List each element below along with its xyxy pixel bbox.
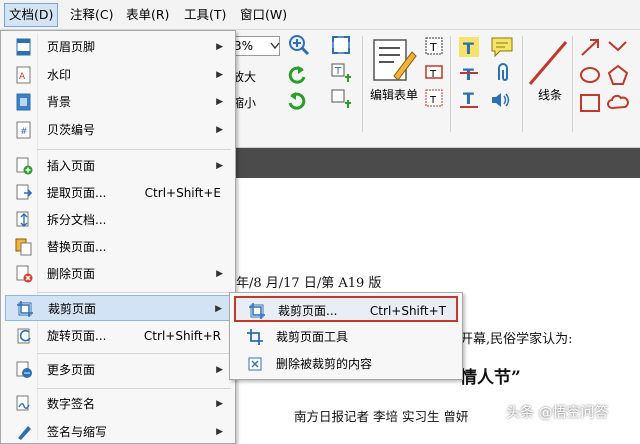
watermark-icon: A [16,66,31,84]
note-icon[interactable] [490,36,514,58]
submenu-arrow-icon: ▶ [216,269,223,279]
menu-bar: 文档(D) 注释(C) 表单(R) 工具(T) 窗口(W) [0,0,640,30]
watermark-text: 头条 @悟空问答 [506,405,609,421]
attach-file-icon[interactable] [492,62,512,84]
svg-text:T: T [429,41,437,54]
svg-text:T: T [429,69,437,80]
crop-page-icon [249,303,265,319]
delete-page-icon [16,265,33,283]
crop-submenu: 裁剪页面... Ctrl+Shift+T 裁剪页面工具 删除被裁剪的内容 [229,292,463,380]
crop-page-icon [17,301,33,317]
background-icon [16,93,31,111]
svg-text:T: T [463,39,474,58]
submenu-arrow-icon: ▶ [216,365,223,375]
arrow-icon[interactable] [578,36,602,58]
svg-text:A: A [19,72,26,82]
submenu-arrow-icon: ▶ [215,304,222,314]
svg-text:#: # [20,127,28,137]
svg-text:T: T [334,66,342,77]
menu-item-background[interactable]: 背景 ▶ [5,89,231,115]
insert-page-icon [16,157,33,175]
line-tool-label[interactable]: 线条 [538,86,562,103]
svg-text:T: T [463,89,474,108]
rectangle-icon[interactable] [578,92,602,114]
polygon-icon[interactable] [606,64,630,86]
submenu-arrow-icon: ▶ [216,399,223,409]
bates-number-icon: # [16,121,31,139]
submenu-item-crop-pages[interactable]: 裁剪页面... Ctrl+Shift+T [234,296,458,322]
doc-date-line: 年/8 月/17 日/第 A19 版 [236,276,382,291]
extract-page-icon [16,184,33,200]
menu-item-crop-pages[interactable]: 裁剪页面 ▶ [5,295,231,321]
menu-document[interactable]: 文档(D) [4,3,59,27]
header-footer-icon [16,38,31,56]
cloud-icon[interactable] [606,92,630,114]
menu-form[interactable]: 表单(R) [122,3,173,27]
add-text-icon[interactable]: T [330,62,352,84]
text-field-icon[interactable]: T [424,36,444,56]
doc-headline: 情人节” [460,368,521,388]
menu-item-delete-pages[interactable]: 删除页面 ▶ [5,261,231,287]
callout-icon[interactable]: T [424,88,444,108]
menu-item-more-pages[interactable]: 更多页面 ▶ [5,357,231,383]
menu-item-split-document[interactable]: 拆分文档... [5,207,231,233]
ellipse-icon[interactable] [578,64,602,86]
edit-form-label[interactable]: 编辑表单 [370,86,418,103]
submenu-item-crop-tool[interactable]: 裁剪页面工具 [234,324,458,350]
submenu-arrow-icon: ▶ [216,427,223,437]
submenu-arrow-icon: ▶ [216,125,223,135]
polyline-icon[interactable] [606,36,630,58]
chevron-down-icon[interactable] [270,42,280,50]
strikeout-icon[interactable]: T [458,62,480,84]
document-menu: 页眉页脚 ▶ A 水印 ▶ 背景 ▶ # 贝茨编号 ▶ 插入页面 ▶ 提取页面.… [0,30,236,444]
rotate-left-icon[interactable] [286,64,308,86]
sound-icon[interactable] [490,90,512,110]
submenu-arrow-icon: ▶ [216,42,223,52]
menu-item-watermark[interactable]: A 水印 ▶ [5,62,231,88]
more-pages-icon [16,361,32,378]
line-tool-icon[interactable] [526,38,570,88]
crop-tool-icon [247,329,263,345]
menu-item-header-footer[interactable]: 页眉页脚 ▶ [5,34,231,60]
add-object-icon[interactable] [330,88,352,110]
sign-initials-icon [18,426,31,440]
submenu-arrow-icon: ▶ [216,161,223,171]
menu-item-sign-initials[interactable]: 签名与缩写 ▶ [5,419,231,444]
doc-byline: 南方日报记者 李培 实习生 曾妍 [294,409,469,424]
menu-item-bates-numbering[interactable]: # 贝茨编号 ▶ [5,117,231,143]
svg-text:T: T [429,95,437,106]
digital-signature-icon [16,395,30,411]
menu-window[interactable]: 窗口(W) [236,3,291,27]
zoom-in-icon[interactable] [288,34,310,56]
highlight-text-icon[interactable]: T [458,36,480,58]
menu-item-insert-pages[interactable]: 插入页面 ▶ [5,153,231,179]
rotate-right-icon[interactable] [286,90,308,112]
edit-form-icon[interactable] [372,38,418,82]
doc-text-line: 开幕,民俗学家认为: [460,332,573,347]
menu-comment[interactable]: 注释(C) [66,3,117,27]
rotate-page-icon [17,328,31,344]
underline-icon[interactable]: T [458,88,480,110]
fit-page-icon[interactable] [330,34,352,56]
menu-item-digital-signature[interactable]: 数字签名 ▶ [5,391,231,417]
submenu-item-remove-cropped[interactable]: 删除被裁剪的内容 [234,351,458,377]
menu-tools[interactable]: 工具(T) [180,3,230,27]
submenu-arrow-icon: ▶ [216,97,223,107]
menu-item-rotate-pages[interactable]: 旋转页面... Ctrl+Shift+R [5,323,231,349]
replace-page-icon [15,238,32,256]
submenu-arrow-icon: ▶ [216,70,223,80]
remove-cropped-icon [248,357,262,371]
menu-item-replace-pages[interactable]: 替换页面... [5,234,231,260]
text-box-icon[interactable]: T [424,62,444,82]
menu-item-extract-pages[interactable]: 提取页面... Ctrl+Shift+E [5,180,231,206]
split-document-icon [16,211,29,227]
svg-text:T: T [463,65,474,84]
